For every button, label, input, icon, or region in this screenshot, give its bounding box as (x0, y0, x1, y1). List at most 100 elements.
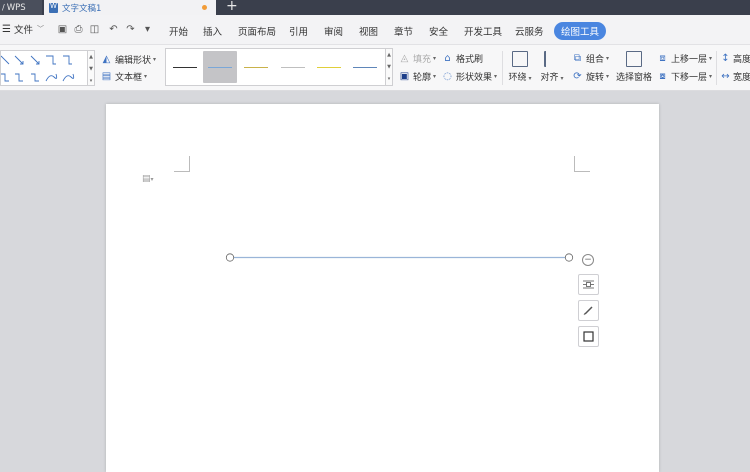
menu-references[interactable]: 引用 (289, 24, 308, 38)
format-painter-button[interactable]: ⌂ 格式刷 (442, 52, 483, 65)
text-box-button[interactable]: ▤ 文本框 ▾ (101, 70, 147, 83)
format-painter-icon: ⌂ (444, 52, 451, 64)
menu-developer[interactable]: 开发工具 (464, 24, 502, 38)
shape-styles-gallery[interactable] (165, 48, 386, 86)
unsaved-indicator (202, 5, 207, 10)
height-field[interactable]: ↕ 高度 (721, 52, 750, 65)
customize-icon[interactable]: ▾ (142, 24, 153, 35)
menu-drawing-tools[interactable]: 绘图工具 (554, 22, 607, 40)
border-icon (583, 331, 594, 342)
fill-button[interactable]: ◬ 填充 ▾ (399, 52, 436, 65)
bring-forward-button[interactable]: ⧈ 上移一层 ▾ (657, 52, 712, 65)
wrap-label: 环绕 (508, 73, 527, 83)
bring-forward-label: 上移一层 (671, 55, 708, 65)
chevron-down-icon: ▾ (144, 73, 148, 80)
menu-review[interactable]: 审阅 (324, 24, 343, 38)
style-swatch-4[interactable] (276, 51, 310, 83)
style-swatch-2[interactable] (203, 51, 237, 83)
print-icon[interactable]: ⎙ (73, 24, 84, 35)
title-bar: / WPS 文字文稿1 + (0, 0, 750, 15)
send-backward-label: 下移一层 (671, 73, 708, 83)
selection-pane-button[interactable]: 选择窗格 (616, 51, 652, 83)
print-preview-icon[interactable]: ◫ (89, 24, 100, 35)
format-painter-label: 格式刷 (456, 55, 484, 65)
edit-shape-button[interactable]: ◭ 编辑形状 ▾ (101, 53, 156, 66)
chevron-down-icon: ▾ (709, 55, 713, 62)
width-label: 宽度 (733, 73, 750, 83)
width-field[interactable]: ↔ 宽度 (721, 70, 750, 83)
text-wrap-icon (512, 51, 528, 67)
align-button[interactable]: 对齐 ▾ (540, 51, 564, 83)
bring-forward-icon: ⧈ (659, 52, 666, 64)
chevron-down-icon: ﹀ (36, 25, 44, 33)
menu-insert[interactable]: 插入 (203, 24, 222, 38)
fill-bucket-icon: ◬ (400, 52, 409, 64)
menu-page-layout[interactable]: 页面布局 (238, 24, 276, 38)
style-swatch-6[interactable] (348, 51, 382, 83)
document-icon (49, 2, 58, 13)
menu-bar: ☰ 文件 ﹀ ▣ ⎙ ◫ ↶ ↷ ▾ 开始 插入 页面布局 引用 审阅 视图 章… (0, 15, 750, 45)
file-menu[interactable]: ☰ 文件 ﹀ (2, 22, 44, 37)
fill-label: 填充 (413, 55, 432, 65)
layout-options-icon (583, 280, 594, 289)
layout-options-button[interactable] (578, 274, 599, 295)
chevron-down-icon: ▾ (606, 55, 610, 62)
tab-wps-home[interactable]: / WPS (0, 0, 42, 15)
menu-cloud[interactable]: 云服务 (515, 24, 544, 38)
group-label: 组合 (586, 55, 605, 65)
margin-corner-top-left (174, 156, 190, 172)
align-icon (544, 51, 560, 67)
ribbon-divider (716, 51, 717, 85)
outline-style-button[interactable] (578, 300, 599, 321)
rotate-button[interactable]: ⟳ 旋转 ▾ (572, 70, 609, 83)
align-label: 对齐 (540, 73, 559, 83)
rotate-label: 旋转 (586, 73, 605, 83)
wps-tab-label: WPS (6, 2, 26, 13)
chevron-down-icon: ▾ (433, 55, 437, 62)
redo-icon[interactable]: ↷ (125, 24, 136, 35)
send-backward-button[interactable]: ⧇ 下移一层 ▾ (657, 70, 712, 83)
tab-document[interactable]: 文字文稿1 (44, 0, 216, 15)
height-icon: ↕ (721, 52, 730, 64)
menu-chapter[interactable]: 章节 (394, 24, 413, 38)
shape-effect-icon: ◌ (443, 70, 452, 82)
height-label: 高度 (733, 55, 750, 65)
send-backward-icon: ⧇ (659, 70, 666, 82)
chevron-down-icon: ▾ (709, 73, 713, 80)
style-swatch-1[interactable] (168, 51, 202, 83)
outline-icon: ▣ (399, 70, 410, 82)
paragraph-layout-icon[interactable]: ▤▾ (142, 174, 154, 184)
outline-button[interactable]: ▣ 轮廓 ▾ (399, 70, 436, 83)
width-icon: ↔ (721, 70, 730, 82)
menu-security[interactable]: 安全 (429, 24, 448, 38)
save-icon[interactable]: ▣ (57, 24, 68, 35)
shape-border-button[interactable] (578, 326, 599, 347)
rotate-icon: ⟳ (573, 70, 582, 82)
document-tab-label: 文字文稿1 (62, 3, 102, 14)
new-tab-button[interactable]: + (226, 0, 238, 14)
collapse-toolbar-button[interactable]: − (582, 254, 594, 266)
line-shapes-gallery[interactable] (0, 50, 88, 86)
group-button[interactable]: ⧉ 组合 ▾ (572, 52, 609, 65)
shape-effect-button[interactable]: ◌ 形状效果 ▾ (442, 70, 497, 83)
pen-icon (583, 306, 593, 316)
shape-effect-label: 形状效果 (456, 73, 493, 83)
text-box-icon: ▤ (101, 70, 112, 82)
chevron-down-icon: ▾ (433, 73, 437, 80)
gallery-scroll-arrows[interactable]: ▲ ▼ ▾ (88, 50, 95, 86)
style-swatch-3[interactable] (239, 51, 273, 83)
menu-view[interactable]: 视图 (359, 24, 378, 38)
menu-home[interactable]: 开始 (169, 24, 188, 38)
chevron-down-icon: ▾ (494, 73, 498, 80)
margin-corner-top-right (574, 156, 590, 172)
group-icon: ⧉ (573, 52, 582, 64)
file-menu-label: 文件 (13, 25, 33, 36)
edit-shape-label: 编辑形状 (115, 56, 152, 66)
undo-icon[interactable]: ↶ (108, 24, 119, 35)
ribbon-divider (502, 51, 503, 85)
selection-pane-icon (626, 51, 642, 67)
wrap-button[interactable]: 环绕 ▾ (508, 51, 532, 83)
styles-scroll-arrows[interactable]: ▲ ▼ ▾ (386, 48, 393, 86)
style-swatch-5[interactable] (312, 51, 346, 83)
ribbon-toolbar: ▲ ▼ ▾ ◭ 编辑形状 ▾ ▤ 文本框 ▾ ▲ ▼ ▾ ◬ 填充 ▾ ⌂ 格式刷 ▣ … (0, 45, 750, 91)
